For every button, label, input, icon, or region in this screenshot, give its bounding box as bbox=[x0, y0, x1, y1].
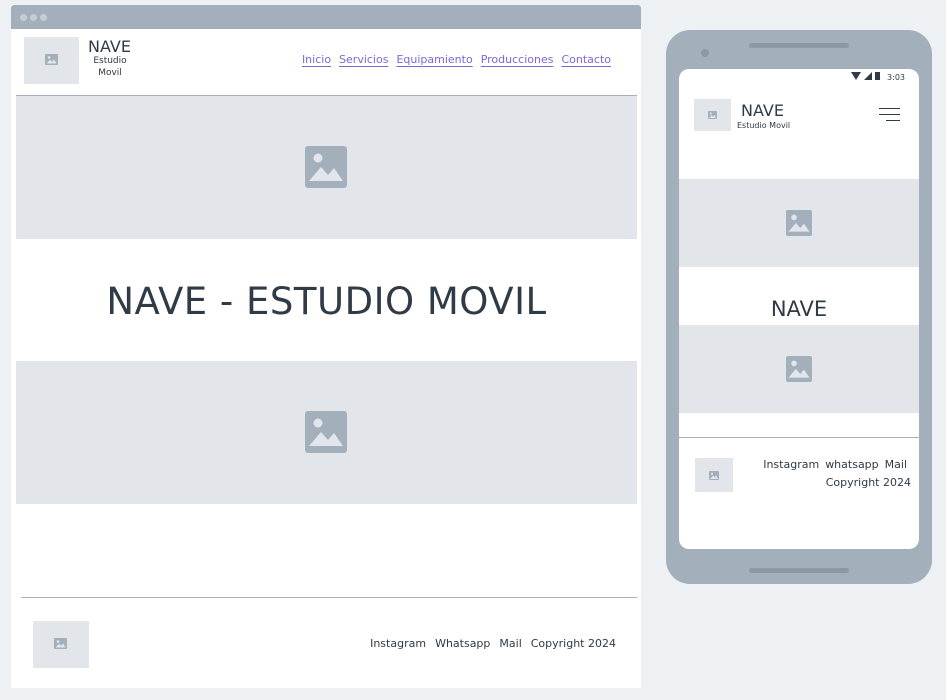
cell-signal-icon bbox=[864, 72, 873, 82]
window-title-bar bbox=[11, 5, 641, 29]
footer-divider bbox=[679, 437, 919, 438]
footer-link-instagram[interactable]: Instagram bbox=[370, 637, 426, 650]
window-close-dot[interactable] bbox=[20, 14, 27, 21]
desktop-browser-window: NAVE Estudio Movil Inicio Servicios Equi… bbox=[11, 5, 641, 688]
image-placeholder-icon bbox=[708, 111, 717, 119]
footer-divider bbox=[21, 597, 637, 598]
nav-link-inicio[interactable]: Inicio bbox=[302, 53, 331, 66]
image-placeholder-icon bbox=[305, 411, 347, 453]
image-placeholder-icon bbox=[786, 356, 812, 382]
earpiece-speaker bbox=[749, 43, 849, 48]
brand-name: NAVE bbox=[88, 37, 131, 56]
logo-placeholder[interactable] bbox=[694, 99, 731, 131]
front-camera bbox=[701, 49, 709, 57]
battery-icon bbox=[875, 72, 881, 82]
brand-subtitle: Estudio Movil bbox=[737, 121, 791, 130]
hero-title: NAVE - ESTUDIO MOVIL bbox=[106, 280, 547, 323]
footer-links: Instagram Whatsapp Mail Copyright 2024 bbox=[370, 637, 616, 650]
home-indicator bbox=[749, 568, 849, 573]
footer-copyright: Copyright 2024 bbox=[530, 637, 616, 650]
nav-link-contacto[interactable]: Contacto bbox=[561, 53, 611, 66]
mobile-screen: 3:03 NAVE Estudio Movil NAVE Instagram w… bbox=[679, 69, 919, 549]
window-maximize-dot[interactable] bbox=[40, 14, 47, 21]
footer-links: Instagram whatsapp Mail bbox=[763, 458, 907, 471]
footer-copyright: Copyright 2024 bbox=[825, 476, 911, 489]
footer-link-instagram[interactable]: Instagram bbox=[763, 458, 819, 471]
image-placeholder-icon bbox=[305, 146, 347, 188]
brand-name: NAVE bbox=[741, 101, 784, 120]
footer-link-whatsapp[interactable]: Whatsapp bbox=[435, 637, 490, 650]
hero-image-placeholder-bottom bbox=[16, 361, 637, 504]
nav-link-equipamiento[interactable]: Equipamiento bbox=[396, 53, 472, 66]
main-navigation: Inicio Servicios Equipamiento Produccion… bbox=[302, 53, 611, 66]
hero-image-placeholder-top bbox=[16, 96, 637, 239]
footer-link-mail[interactable]: Mail bbox=[885, 458, 907, 471]
footer-link-whatsapp[interactable]: whatsapp bbox=[825, 458, 878, 471]
hamburger-menu-icon[interactable] bbox=[879, 107, 900, 123]
window-minimize-dot[interactable] bbox=[30, 14, 37, 21]
image-placeholder-icon bbox=[45, 54, 58, 65]
footer-link-mail[interactable]: Mail bbox=[499, 637, 521, 650]
hero-image-placeholder-bottom bbox=[679, 325, 919, 413]
nav-link-producciones[interactable]: Producciones bbox=[481, 53, 554, 66]
footer-logo-placeholder[interactable] bbox=[695, 458, 733, 492]
brand-subtitle: Estudio Movil bbox=[93, 56, 127, 78]
image-placeholder-icon bbox=[786, 210, 812, 236]
image-placeholder-icon bbox=[709, 471, 719, 480]
nav-link-servicios[interactable]: Servicios bbox=[339, 53, 388, 66]
footer-logo-placeholder[interactable] bbox=[33, 621, 89, 668]
status-bar: 3:03 bbox=[851, 72, 905, 82]
hero-image-placeholder-top bbox=[679, 179, 919, 267]
wifi-icon bbox=[851, 72, 862, 82]
image-placeholder-icon bbox=[54, 638, 67, 649]
mobile-device-frame: 3:03 NAVE Estudio Movil NAVE Instagram w… bbox=[666, 30, 932, 584]
status-time: 3:03 bbox=[887, 72, 905, 82]
hero-title: NAVE bbox=[770, 297, 828, 321]
logo-placeholder[interactable] bbox=[24, 37, 79, 84]
